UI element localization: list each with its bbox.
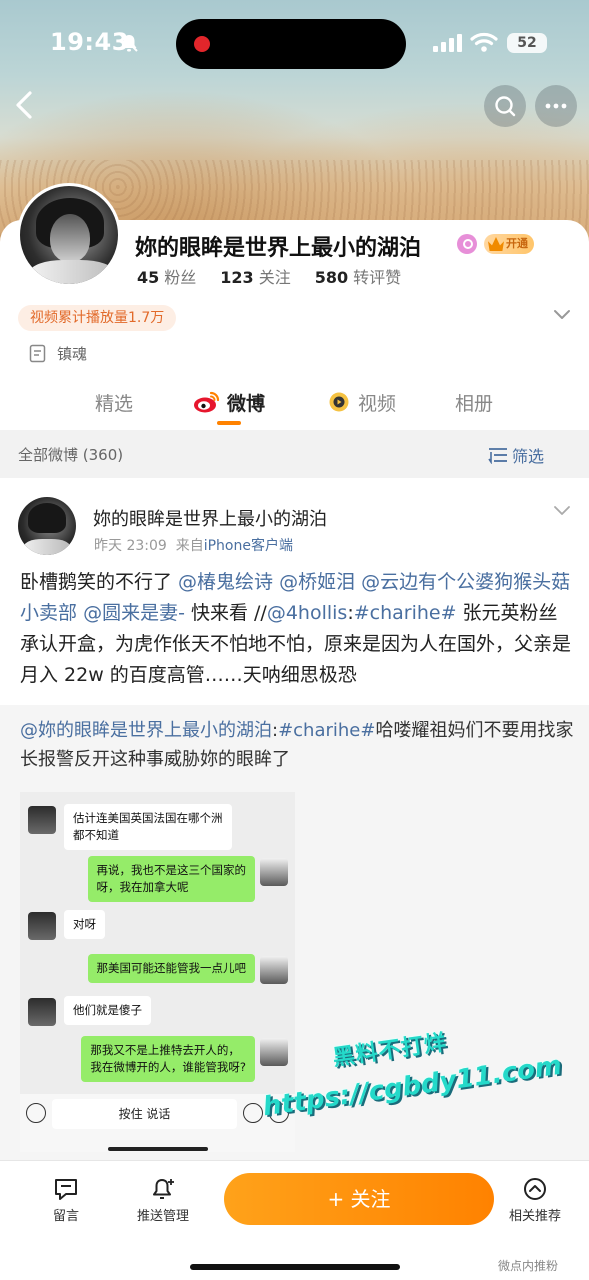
followers-count[interactable]: 45 — [137, 268, 159, 287]
dynamic-island — [176, 19, 406, 69]
post-text: 卧槽鹅笑的不行了 @椿鬼绘诗 @桥姬泪 @云边有个公婆狗猴头菇小卖部 @圆来是妻… — [20, 567, 575, 691]
active-tab-indicator — [217, 421, 241, 425]
bottom-action-bar: 留言 推送管理 + 关注 相关推荐 微点内推粉 — [0, 1160, 589, 1280]
post-source-prefix: 来自 — [175, 538, 204, 554]
chat-message-line: 我在微博开的人，谁能管我呀? — [90, 1060, 246, 1074]
chat-message-line: 估计连美国英国法国在哪个洲 — [73, 811, 223, 825]
filter-button[interactable]: 筛选 — [512, 443, 544, 467]
hold-to-talk-button: 按住 说话 — [52, 1099, 237, 1129]
crown-icon — [488, 237, 504, 251]
more-button[interactable] — [535, 85, 577, 127]
profile-stats: 45 粉丝 123 关注 580 转评赞 — [137, 264, 425, 288]
post-meta: 昨天 23:09 来自iPhone客户端 — [94, 535, 293, 555]
chat-message-incoming: 他们就是傻子 — [64, 996, 151, 1025]
chat-message-line: 呀，我在加拿大呢 — [96, 880, 189, 894]
text-segment: 卧槽鹅笑的不行了 — [20, 571, 179, 593]
chat-other-avatar — [28, 912, 56, 940]
tab-video[interactable]: 视频 — [358, 389, 396, 416]
post-author-avatar[interactable] — [18, 497, 76, 555]
keyboard-icon — [26, 1103, 46, 1123]
tab-weibo[interactable]: 微博 — [227, 389, 265, 416]
mention-link[interactable]: @圆来是妻- — [83, 602, 185, 624]
post-time: 昨天 23:09 — [94, 538, 167, 554]
cellular-signal-icon — [433, 34, 462, 52]
more-dots-icon — [545, 103, 567, 109]
profile-avatar[interactable] — [17, 183, 121, 287]
search-button[interactable] — [484, 85, 526, 127]
bell-plus-icon — [153, 1179, 174, 1199]
chat-other-avatar — [28, 998, 56, 1026]
silent-bell-icon — [120, 34, 138, 52]
chat-self-avatar — [260, 956, 288, 984]
chat-message-incoming: 估计连美国英国法国在哪个洲 都不知道 — [64, 804, 232, 850]
video-plays-tag: 视频累计播放量1.7万 — [18, 305, 177, 331]
vip-open-badge[interactable]: 开通 — [484, 234, 534, 254]
mention-link[interactable]: @4hollis — [267, 602, 348, 624]
all-posts-count[interactable]: 全部微博 (360) — [18, 444, 123, 465]
watermark-line1: 黑料不打烊 — [331, 1030, 449, 1072]
tab-album[interactable]: 相册 — [455, 389, 493, 416]
wifi-icon — [470, 32, 498, 52]
related-label: 相关推荐 — [508, 1209, 561, 1224]
recording-dot-icon — [194, 36, 210, 52]
battery-indicator: 52 — [507, 33, 547, 53]
related-recommendations-button[interactable]: 相关推荐 — [503, 1177, 567, 1224]
post-author-name[interactable]: 妳的眼眸是世界上最小的湖泊 — [93, 505, 327, 531]
push-settings-label: 推送管理 — [136, 1209, 189, 1224]
post-options-chevron-icon[interactable] — [553, 505, 571, 517]
chevron-down-icon[interactable] — [553, 309, 571, 321]
follow-button[interactable]: + 关注 — [224, 1173, 494, 1225]
mention-link[interactable]: @椿鬼绘诗 — [178, 571, 273, 593]
chat-message-line: 都不知道 — [73, 828, 119, 842]
feed-filter-bar: 全部微博 (360) 筛选 — [0, 430, 589, 478]
profile-name: 妳的眼眸是世界上最小的湖泊 — [135, 236, 422, 261]
interactions-count: 580 — [314, 268, 349, 287]
chevron-up-circle-icon — [524, 1178, 546, 1200]
mention-link[interactable]: @妳的眼眸是世界上最小的湖泊 — [20, 720, 272, 741]
chat-other-avatar — [28, 806, 56, 834]
profile-bio: 镇魂 — [57, 345, 88, 363]
chat-message-line: 那我又不是上推特去开人的， — [90, 1043, 240, 1057]
chat-message-line: 再说，我也不是这三个国家的 — [96, 863, 247, 877]
text-segment: 快来看 // — [184, 602, 267, 624]
back-arrow-icon[interactable] — [10, 85, 42, 125]
comment-label: 留言 — [52, 1209, 79, 1224]
comment-icon — [55, 1179, 77, 1200]
post-source[interactable]: iPhone客户端 — [204, 538, 293, 554]
chat-message-outgoing: 那我又不是上推特去开人的， 我在微博开的人，谁能管我呀? — [81, 1036, 255, 1082]
document-icon — [29, 344, 46, 363]
profile-tabs: 精选 微博 视频 相册 — [0, 385, 589, 429]
weibo-logo-icon — [194, 391, 220, 413]
chat-screenshot-image[interactable]: 按住 说话 估计连美国英国法国在哪个洲 都不知道再说，我也不是这三个国家的 呀，我在… — [20, 792, 295, 1152]
mention-link[interactable]: @桥姬泪 — [279, 571, 355, 593]
chat-message-incoming: 对呀 — [64, 910, 105, 939]
hashtag-link[interactable]: #charihe# — [278, 720, 375, 741]
chat-message-line: 那美国可能还能管我一点儿吧 — [96, 961, 247, 975]
search-icon — [495, 96, 516, 117]
chat-message-outgoing: 再说，我也不是这三个国家的 呀，我在加拿大呢 — [87, 856, 255, 902]
status-bar: 19:43 52 — [0, 0, 589, 90]
video-tab-icon — [329, 392, 349, 412]
interactions-label: 转评赞 — [353, 268, 402, 287]
followers-label: 粉丝 — [164, 268, 197, 287]
following-count[interactable]: 123 — [220, 268, 253, 287]
tab-featured[interactable]: 精选 — [95, 389, 133, 416]
home-indicator — [190, 1264, 400, 1270]
chat-home-indicator — [108, 1147, 208, 1151]
hashtag-link[interactable]: #charihe# — [354, 602, 457, 624]
chat-self-avatar — [260, 858, 288, 886]
following-label: 关注 — [258, 268, 291, 287]
corner-watermark: 微点内推粉 — [498, 1259, 559, 1273]
filter-icon[interactable] — [488, 446, 508, 464]
chat-message-outgoing: 那美国可能还能管我一点儿吧 — [87, 954, 255, 983]
chat-message-line: 他们就是傻子 — [73, 1003, 142, 1017]
repost-text: @妳的眼眸是世界上最小的湖泊:#charihe#哈喽耀祖妈们不要用找家长报警反开… — [20, 716, 575, 774]
push-settings-button[interactable]: 推送管理 — [128, 1177, 198, 1224]
comment-button[interactable]: 留言 — [40, 1177, 92, 1224]
watermark-line2: https://cgbdy11.com — [261, 1050, 564, 1123]
membership-badge-icon[interactable] — [457, 234, 477, 254]
chat-message-line: 对呀 — [73, 917, 96, 931]
